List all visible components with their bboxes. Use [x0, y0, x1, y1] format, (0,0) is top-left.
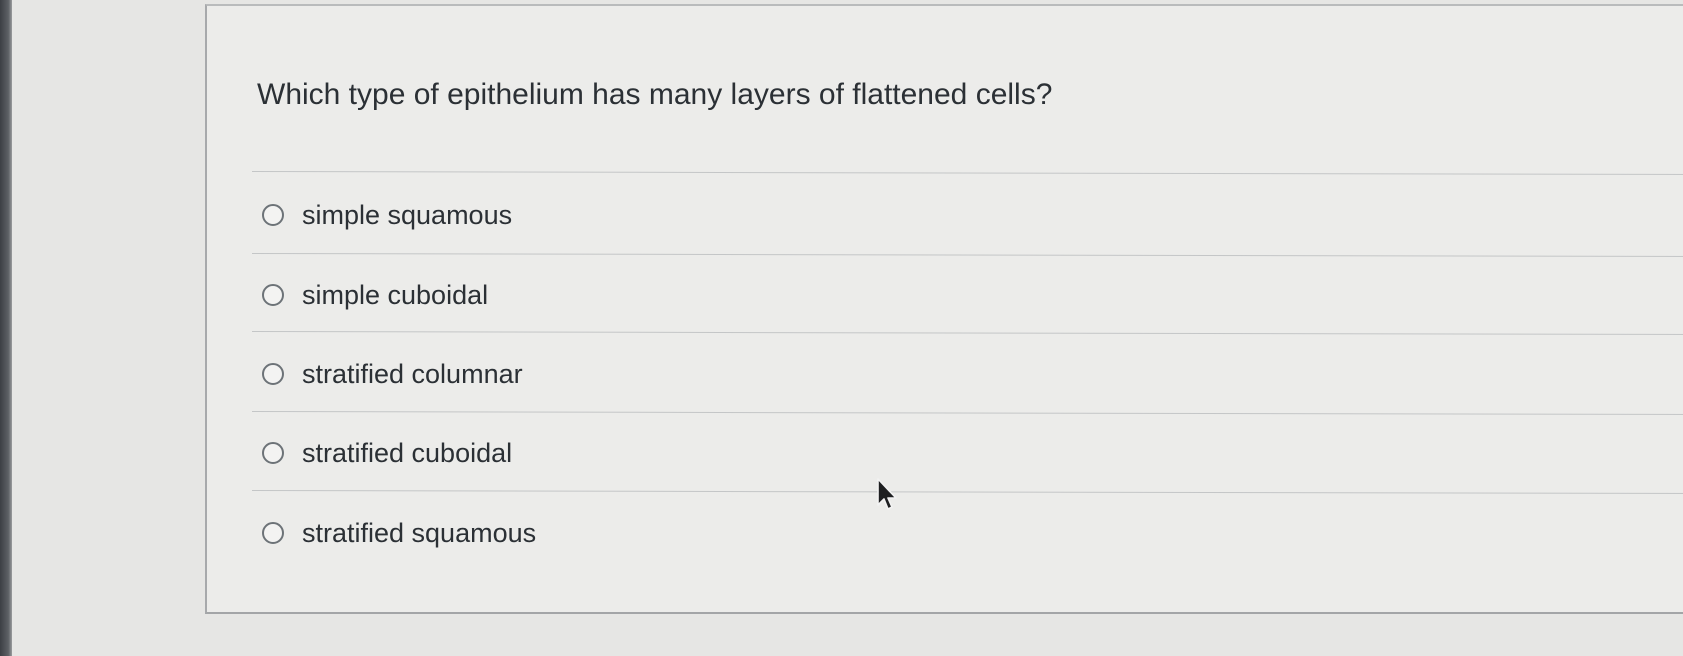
answer-option-simple-squamous[interactable]: simple squamous: [262, 195, 512, 235]
radio-button-icon[interactable]: [262, 204, 284, 226]
divider: [251, 171, 1683, 176]
question-text: Which type of epithelium has many layers…: [257, 78, 1053, 111]
radio-button-icon[interactable]: [262, 284, 284, 306]
answer-option-stratified-cuboidal[interactable]: stratified cuboidal: [262, 433, 512, 473]
radio-button-icon[interactable]: [262, 522, 284, 544]
answer-label[interactable]: simple squamous: [302, 200, 512, 231]
answer-option-stratified-squamous[interactable]: stratified squamous: [262, 513, 536, 553]
answer-label[interactable]: stratified cuboidal: [302, 438, 512, 469]
answer-label[interactable]: stratified squamous: [302, 518, 536, 549]
radio-button-icon[interactable]: [262, 442, 284, 464]
answer-option-stratified-columnar[interactable]: stratified columnar: [262, 354, 523, 394]
mouse-pointer-icon: [877, 478, 897, 510]
divider: [251, 411, 1683, 416]
radio-button-icon[interactable]: [262, 363, 284, 385]
question-card: Which type of epithelium has many layers…: [205, 4, 1683, 614]
answer-option-simple-cuboidal[interactable]: simple cuboidal: [262, 275, 488, 315]
answer-label[interactable]: stratified columnar: [302, 359, 523, 390]
divider: [251, 331, 1683, 336]
answer-label[interactable]: simple cuboidal: [302, 280, 488, 311]
divider: [251, 490, 1683, 495]
divider: [251, 253, 1683, 258]
monitor-bezel: [0, 0, 12, 656]
